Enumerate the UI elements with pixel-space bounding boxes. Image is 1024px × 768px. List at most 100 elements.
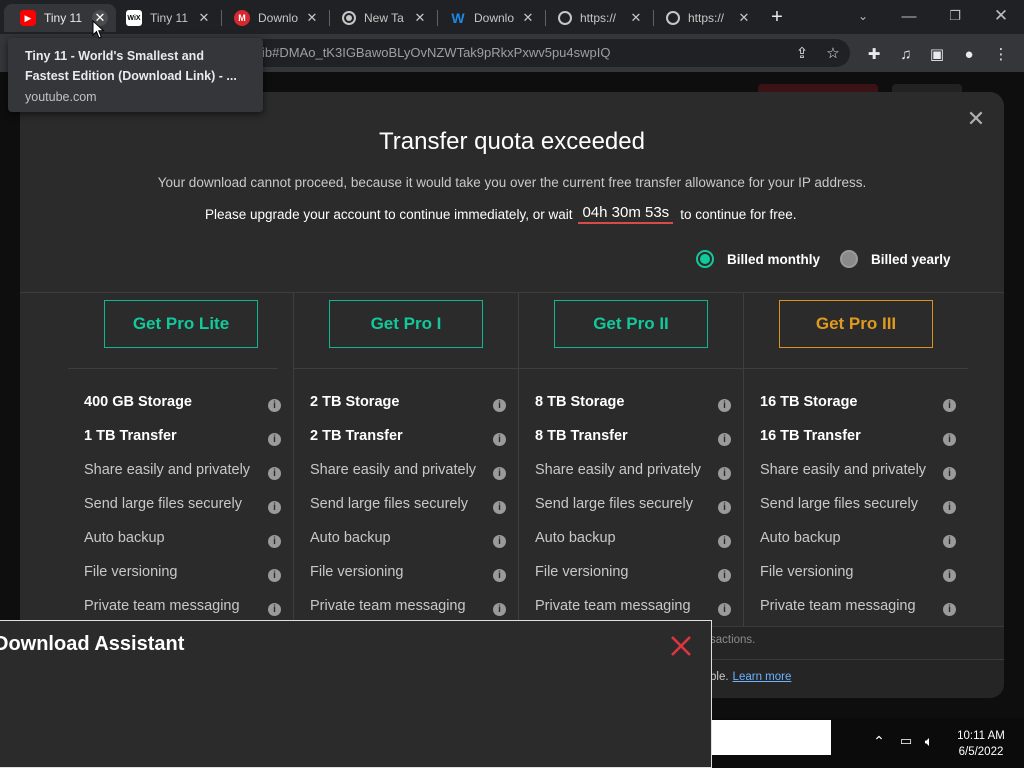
show-hidden-icons-icon[interactable]: ⌃	[870, 732, 888, 750]
tab-wix-tiny11[interactable]: WiX Tiny 11 ✕	[110, 4, 220, 32]
close-tab-icon[interactable]: ✕	[304, 10, 320, 26]
profile-icon[interactable]: ●	[959, 44, 979, 64]
close-icon[interactable]	[668, 633, 694, 659]
url-text[interactable]: ib#DMAo_tK3IGBawoBLyOvNZWTak9pRkxPxwv5pu…	[262, 45, 610, 60]
get-pro-iii-button[interactable]: Get Pro III	[779, 300, 933, 348]
tab-title: Downlo	[258, 11, 299, 25]
chrome-icon	[342, 11, 356, 25]
new-tab-button[interactable]: +	[765, 6, 789, 30]
divider	[20, 292, 1004, 293]
radio-selected-icon[interactable]	[696, 250, 714, 268]
feature-backup: Auto backup	[84, 530, 165, 546]
hover-card-title: Tiny 11 - World's Smallest and Fastest E…	[25, 49, 237, 83]
info-icon[interactable]: i	[268, 501, 281, 514]
close-tab-icon[interactable]: ✕	[412, 10, 428, 26]
side-panel-icon[interactable]: ▣	[927, 44, 947, 64]
mega-icon: M	[234, 10, 250, 26]
close-tab-icon[interactable]: ✕	[520, 10, 536, 26]
info-icon[interactable]: i	[943, 535, 956, 548]
youtube-icon: ▶	[20, 10, 36, 26]
plan-transfer: 2 TB Transfer	[310, 428, 403, 444]
feature-versioning: File versioning	[535, 564, 629, 580]
plan-storage: 2 TB Storage	[310, 394, 400, 410]
extensions-icon[interactable]: ✚	[864, 44, 884, 64]
billed-monthly-option[interactable]: Billed monthly	[696, 250, 820, 268]
feature-versioning: File versioning	[310, 564, 404, 580]
feature-messaging: Private team messaging	[760, 598, 916, 614]
tab-title: New Ta	[364, 11, 404, 25]
info-icon[interactable]: i	[493, 603, 506, 616]
info-icon[interactable]: i	[718, 569, 731, 582]
share-icon[interactable]: ⇪	[792, 43, 812, 63]
column-divider	[743, 292, 744, 626]
tab-https-2[interactable]: https:// ✕	[650, 4, 760, 32]
bookmark-star-icon[interactable]: ☆	[823, 43, 843, 63]
close-tab-icon[interactable]: ✕	[628, 10, 644, 26]
tab-new-tab[interactable]: New Ta ✕	[326, 4, 436, 32]
info-icon[interactable]: i	[718, 399, 731, 412]
info-icon[interactable]: i	[943, 603, 956, 616]
tab-mega-download[interactable]: M Downlo ✕	[218, 4, 328, 32]
taskbar-clock[interactable]: 10:11 AM 6/5/2022	[948, 728, 1014, 760]
info-icon[interactable]: i	[718, 501, 731, 514]
info-icon[interactable]: i	[493, 569, 506, 582]
info-icon[interactable]: i	[268, 433, 281, 446]
menu-kebab-icon[interactable]: ⋮	[991, 44, 1011, 64]
divider	[294, 368, 518, 369]
media-control-icon[interactable]: ♫	[896, 44, 916, 64]
get-pro-lite-button[interactable]: Get Pro Lite	[104, 300, 258, 348]
billed-yearly-option[interactable]: Billed yearly	[840, 250, 951, 268]
info-icon[interactable]: i	[493, 433, 506, 446]
feature-messaging: Private team messaging	[535, 598, 691, 614]
info-icon[interactable]: i	[718, 603, 731, 616]
info-icon[interactable]: i	[493, 467, 506, 480]
tab-https-1[interactable]: https:// ✕	[542, 4, 652, 32]
info-icon[interactable]: i	[718, 535, 731, 548]
download-assistant-window: Download Assistant	[0, 620, 712, 768]
tab-search-icon[interactable]: ⌄	[840, 0, 886, 32]
close-window-icon[interactable]: ✕	[978, 0, 1024, 32]
feature-versioning: File versioning	[84, 564, 178, 580]
info-icon[interactable]: i	[268, 535, 281, 548]
info-icon[interactable]: i	[493, 501, 506, 514]
taskbar-search-box[interactable]	[712, 720, 831, 755]
column-divider	[518, 292, 519, 626]
network-icon[interactable]: ▭	[897, 732, 915, 750]
info-icon[interactable]: i	[268, 603, 281, 616]
restore-icon[interactable]: ❐	[932, 0, 978, 32]
minimize-icon[interactable]: —	[886, 0, 932, 32]
divider	[68, 368, 278, 369]
learn-more-link[interactable]: Learn more	[733, 671, 792, 683]
info-icon[interactable]: i	[943, 467, 956, 480]
info-icon[interactable]: i	[943, 399, 956, 412]
info-icon[interactable]: i	[493, 535, 506, 548]
info-icon[interactable]: i	[718, 467, 731, 480]
feature-send: Send large files securely	[84, 496, 242, 512]
close-tab-icon[interactable]: ✕	[736, 10, 752, 26]
info-icon[interactable]: i	[943, 569, 956, 582]
close-icon[interactable]: ✕	[965, 108, 987, 130]
info-icon[interactable]: i	[718, 433, 731, 446]
info-icon[interactable]: i	[268, 399, 281, 412]
plan-storage: 16 TB Storage	[760, 394, 858, 410]
radio-unselected-icon[interactable]	[840, 250, 858, 268]
get-pro-ii-button[interactable]: Get Pro II	[554, 300, 708, 348]
feature-share: Share easily and privately	[760, 462, 927, 478]
info-icon[interactable]: i	[268, 467, 281, 480]
plan-transfer: 16 TB Transfer	[760, 428, 861, 444]
feature-share: Share easily and privately	[535, 462, 702, 478]
globe-icon	[666, 11, 680, 25]
info-icon[interactable]: i	[268, 569, 281, 582]
feature-send: Send large files securely	[535, 496, 693, 512]
tab-w-download[interactable]: W Downlo ✕	[434, 4, 544, 32]
wix-icon: WiX	[126, 10, 142, 26]
info-icon[interactable]: i	[943, 433, 956, 446]
info-icon[interactable]: i	[493, 399, 506, 412]
clock-time: 10:11 AM	[957, 730, 1005, 742]
close-tab-icon[interactable]: ✕	[196, 10, 212, 26]
countdown-timer: 04h 30m 53s	[578, 204, 674, 224]
get-pro-i-button[interactable]: Get Pro I	[329, 300, 483, 348]
volume-icon[interactable]: 🔈︎	[920, 732, 938, 750]
info-icon[interactable]: i	[943, 501, 956, 514]
footer-note: ble. Learn more	[710, 671, 791, 683]
